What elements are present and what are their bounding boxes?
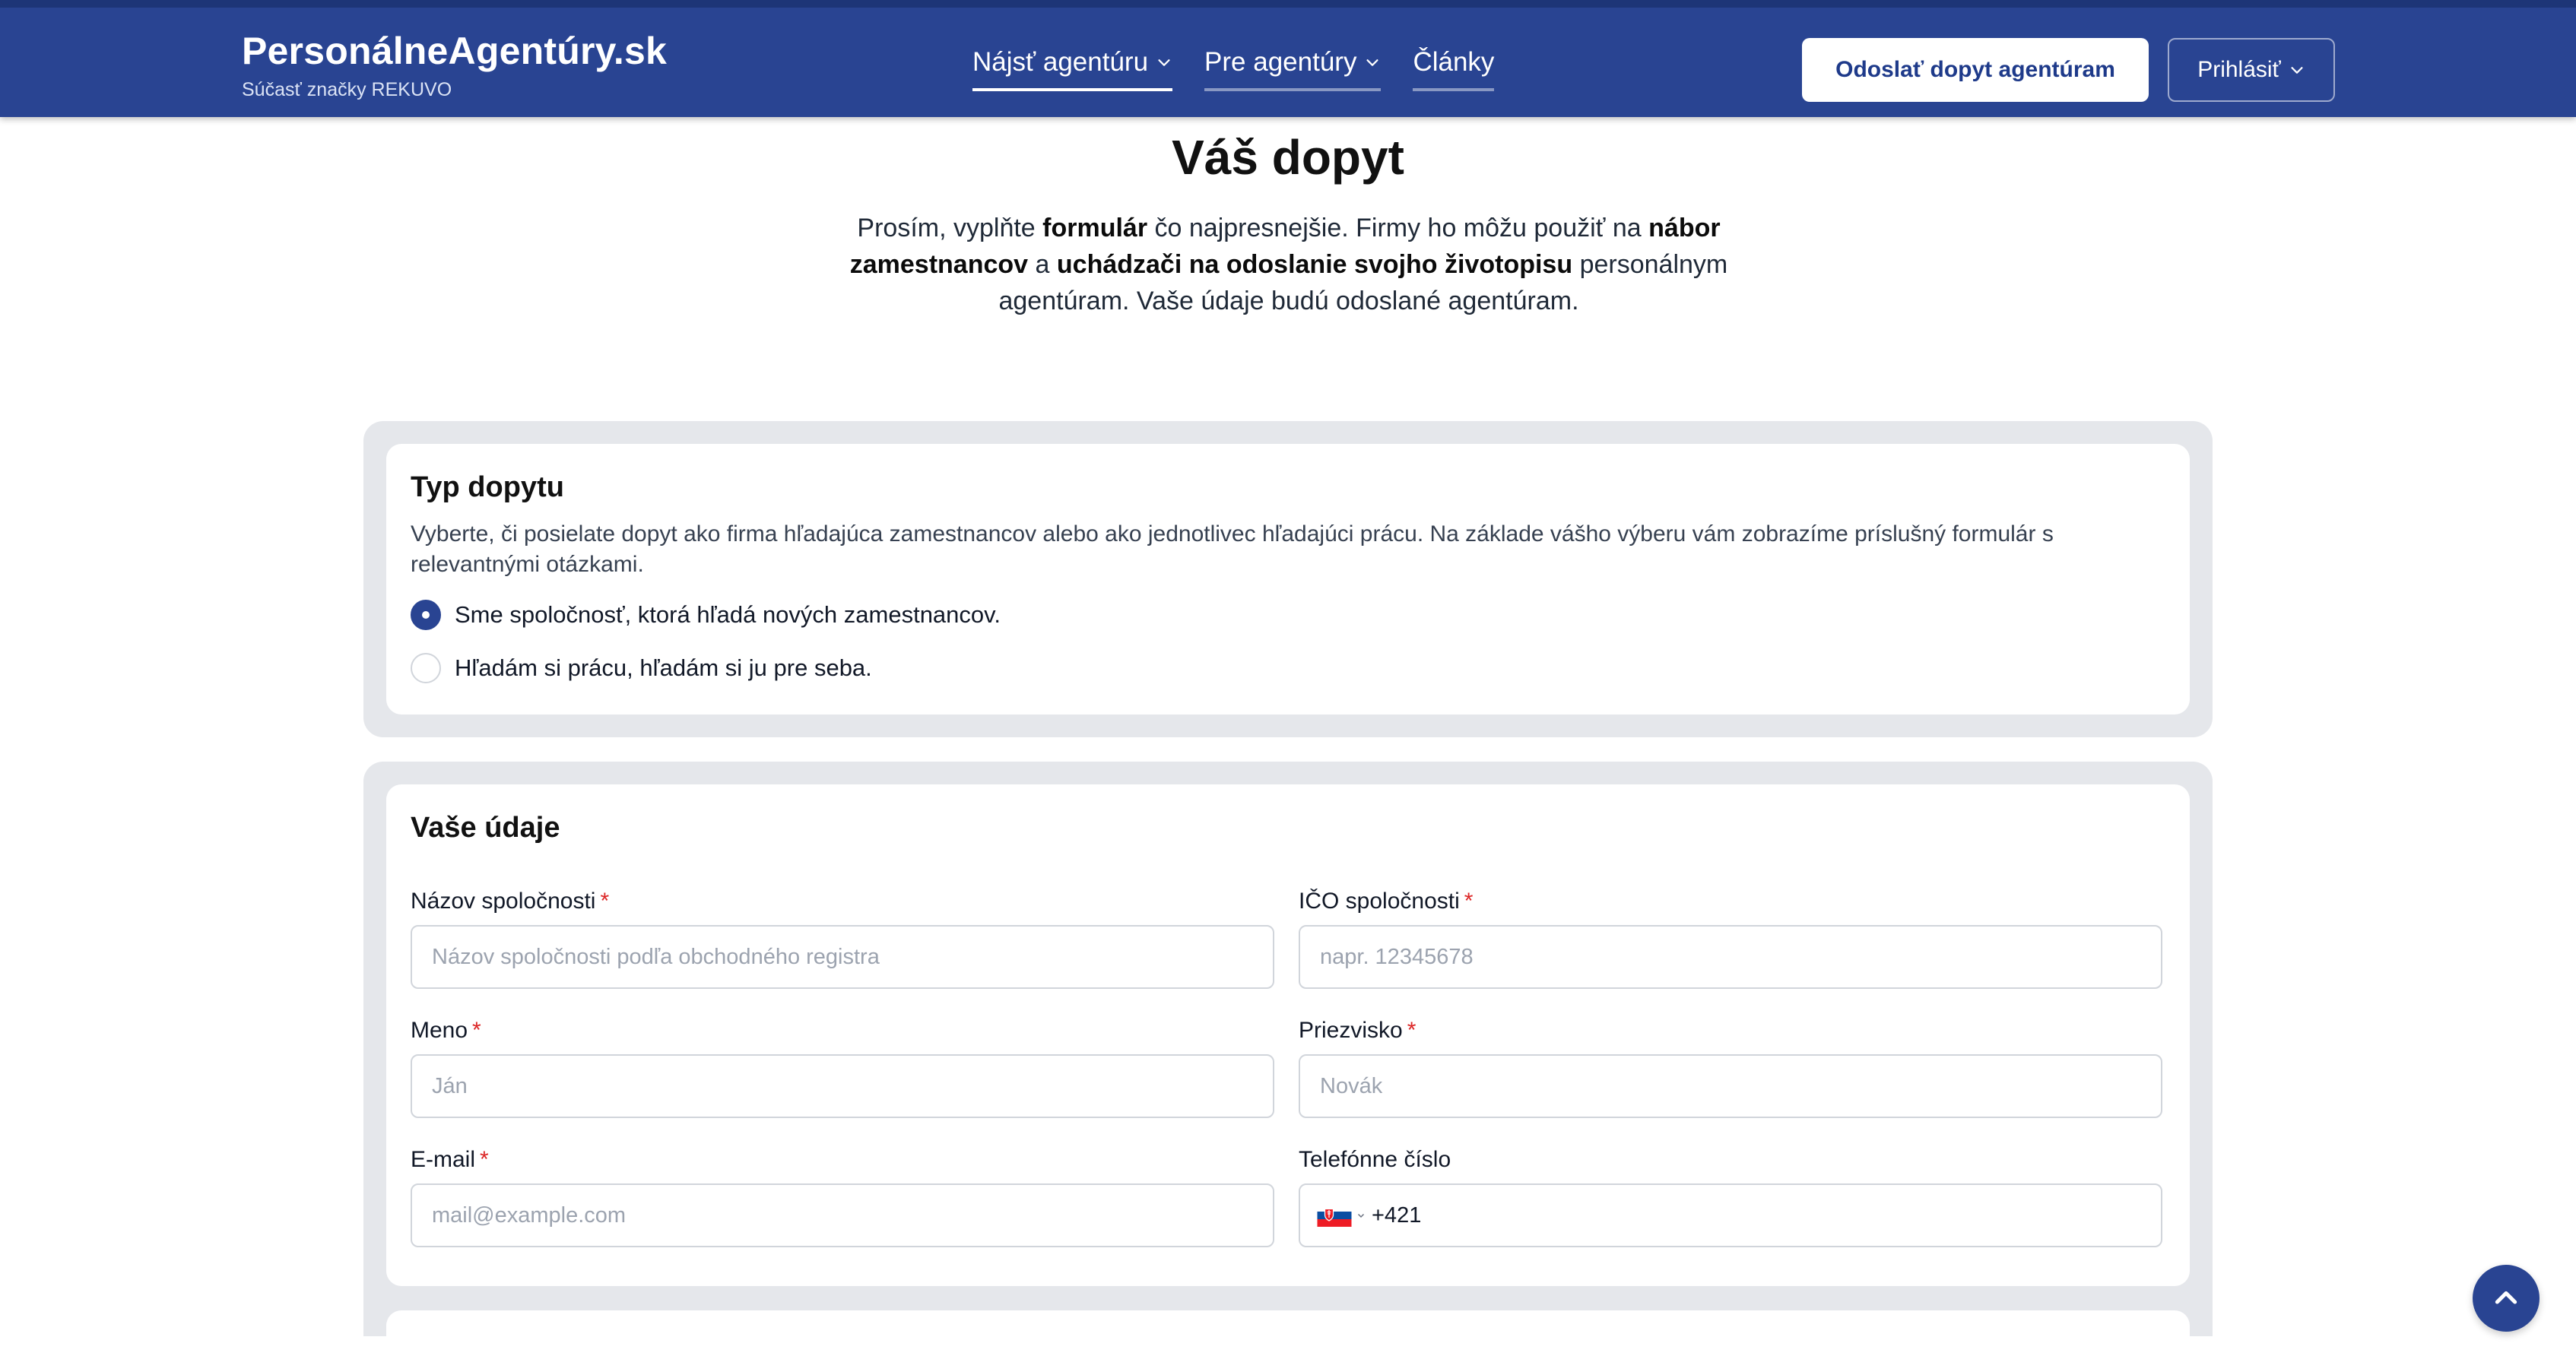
required-mark: * (600, 889, 610, 914)
intro-text-part: a (1028, 250, 1057, 279)
nav-find-agency[interactable]: Nájsť agentúru (972, 46, 1173, 91)
radio-option-company[interactable]: Sme spoločnosť, ktorá hľadá nových zames… (411, 600, 2165, 630)
nav-for-agencies-label: Pre agentúry (1204, 47, 1357, 77)
send-request-button[interactable]: Odoslať dopyt agentúram (1802, 38, 2149, 102)
chevron-down-icon (2291, 67, 2303, 74)
first-name-input[interactable] (411, 1054, 1274, 1118)
request-type-description: Vyberte, či posielate dopyt ako firma hľ… (411, 521, 2054, 577)
field-first-name: Meno * (411, 1018, 1274, 1118)
email-label-text: E-mail (411, 1147, 476, 1172)
required-mark: * (472, 1018, 481, 1043)
ico-label: IČO spoločnosti * (1299, 889, 2162, 914)
brand-subtitle: Súčasť značky REKUVO (242, 79, 452, 100)
request-type-card-inner: Typ dopytu Vyberte, či posielate dopyt a… (386, 444, 2190, 714)
nav-find-agency-label: Nájsť agentúru (972, 47, 1149, 77)
field-company-name: Názov spoločnosti * (411, 889, 1274, 989)
intro-text-part: čo najpresnejšie. Firmy ho môžu použiť n… (1147, 214, 1649, 242)
page-title: Váš dopyt (1172, 130, 1404, 185)
request-type-title: Typ dopytu (411, 471, 564, 503)
intro-bold-form: formulár (1042, 214, 1148, 242)
chevron-down-icon (1158, 59, 1170, 66)
phone-input[interactable] (1372, 1189, 2056, 1242)
required-mark: * (1407, 1018, 1416, 1043)
login-label: Prihlásiť (2197, 57, 2281, 82)
field-ico: IČO spoločnosti * (1299, 889, 2162, 989)
radio-button-company[interactable] (411, 600, 441, 630)
details-card: Vaše údaje Názov spoločnosti* IČO spoloč… (363, 762, 2213, 1356)
radio-label-jobseeker: Hľadám si prácu, hľadám si ju pre seba. (455, 654, 872, 681)
company-name-label-text: Názov spoločnosti (411, 889, 596, 914)
intro-text: Prosím, vyplňte formulár čo najpresnejši… (821, 210, 1756, 319)
chevron-up-icon (2495, 1291, 2517, 1304)
chevron-down-icon (1366, 59, 1379, 66)
details-title: Vaše údaje (411, 812, 560, 844)
email-label: E-mail * (411, 1147, 1274, 1173)
first-name-label: Meno * (411, 1018, 1274, 1044)
brand-logo-link[interactable]: PersonálneAgentúry.sk Súčasť značky REKU… (242, 29, 667, 101)
field-last-name: Priezvisko * (1299, 1018, 2162, 1118)
nav-articles-label: Články (1413, 47, 1495, 77)
company-name-label: Názov spoločnosti * (411, 889, 1274, 914)
last-name-label: Priezvisko * (1299, 1018, 2162, 1044)
main-nav: Nájsť agentúru Pre agentúry Články (972, 46, 1495, 91)
scroll-to-top-button[interactable] (2473, 1265, 2540, 1332)
intro-text-part: Prosím, vyplňte (857, 214, 1043, 242)
field-phone: Telefónne číslo (1299, 1147, 2162, 1247)
request-type-card: Typ dopytu Vyberte, či posielate dopyt a… (363, 421, 2213, 737)
required-mark: * (1464, 889, 1474, 914)
last-name-label-text: Priezvisko (1299, 1018, 1403, 1043)
nav-articles[interactable]: Články (1413, 46, 1495, 91)
brand-title: PersonálneAgentúry.sk (242, 30, 668, 72)
radio-button-jobseeker[interactable] (411, 653, 441, 683)
nav-for-agencies[interactable]: Pre agentúry (1204, 46, 1382, 91)
intro-bold-candidates: uchádzači na odoslanie svojho životopisu (1056, 250, 1573, 279)
radio-label-company: Sme spoločnosť, ktorá hľadá nových zames… (455, 601, 1001, 628)
required-mark: * (480, 1147, 489, 1172)
chevron-down-icon (1357, 1213, 1365, 1218)
field-email: E-mail * (411, 1147, 1274, 1247)
last-name-input[interactable] (1299, 1054, 2162, 1118)
phone-field (1299, 1183, 2162, 1247)
email-input[interactable] (411, 1183, 1274, 1247)
slovakia-flag-icon (1317, 1204, 1352, 1227)
first-name-label-text: Meno (411, 1018, 468, 1043)
country-select[interactable] (1317, 1204, 1366, 1227)
phone-label: Telefónne číslo (1299, 1147, 1451, 1172)
company-name-input[interactable] (411, 925, 1274, 989)
site-header: PersonálneAgentúry.sk Súčasť značky REKU… (0, 0, 2576, 117)
details-card-inner: Vaše údaje Názov spoločnosti* IČO spoloč… (386, 784, 2190, 1286)
details-form-grid: Názov spoločnosti* IČO spoločnosti* Meno… (411, 889, 2165, 1247)
ico-input[interactable] (1299, 925, 2162, 989)
login-button[interactable]: Prihlásiť (2168, 38, 2335, 102)
ico-label-text: IČO spoločnosti (1299, 889, 1460, 914)
radio-option-jobseeker[interactable]: Hľadám si prácu, hľadám si ju pre seba. (411, 653, 2165, 683)
next-card-peek (386, 1310, 2190, 1356)
